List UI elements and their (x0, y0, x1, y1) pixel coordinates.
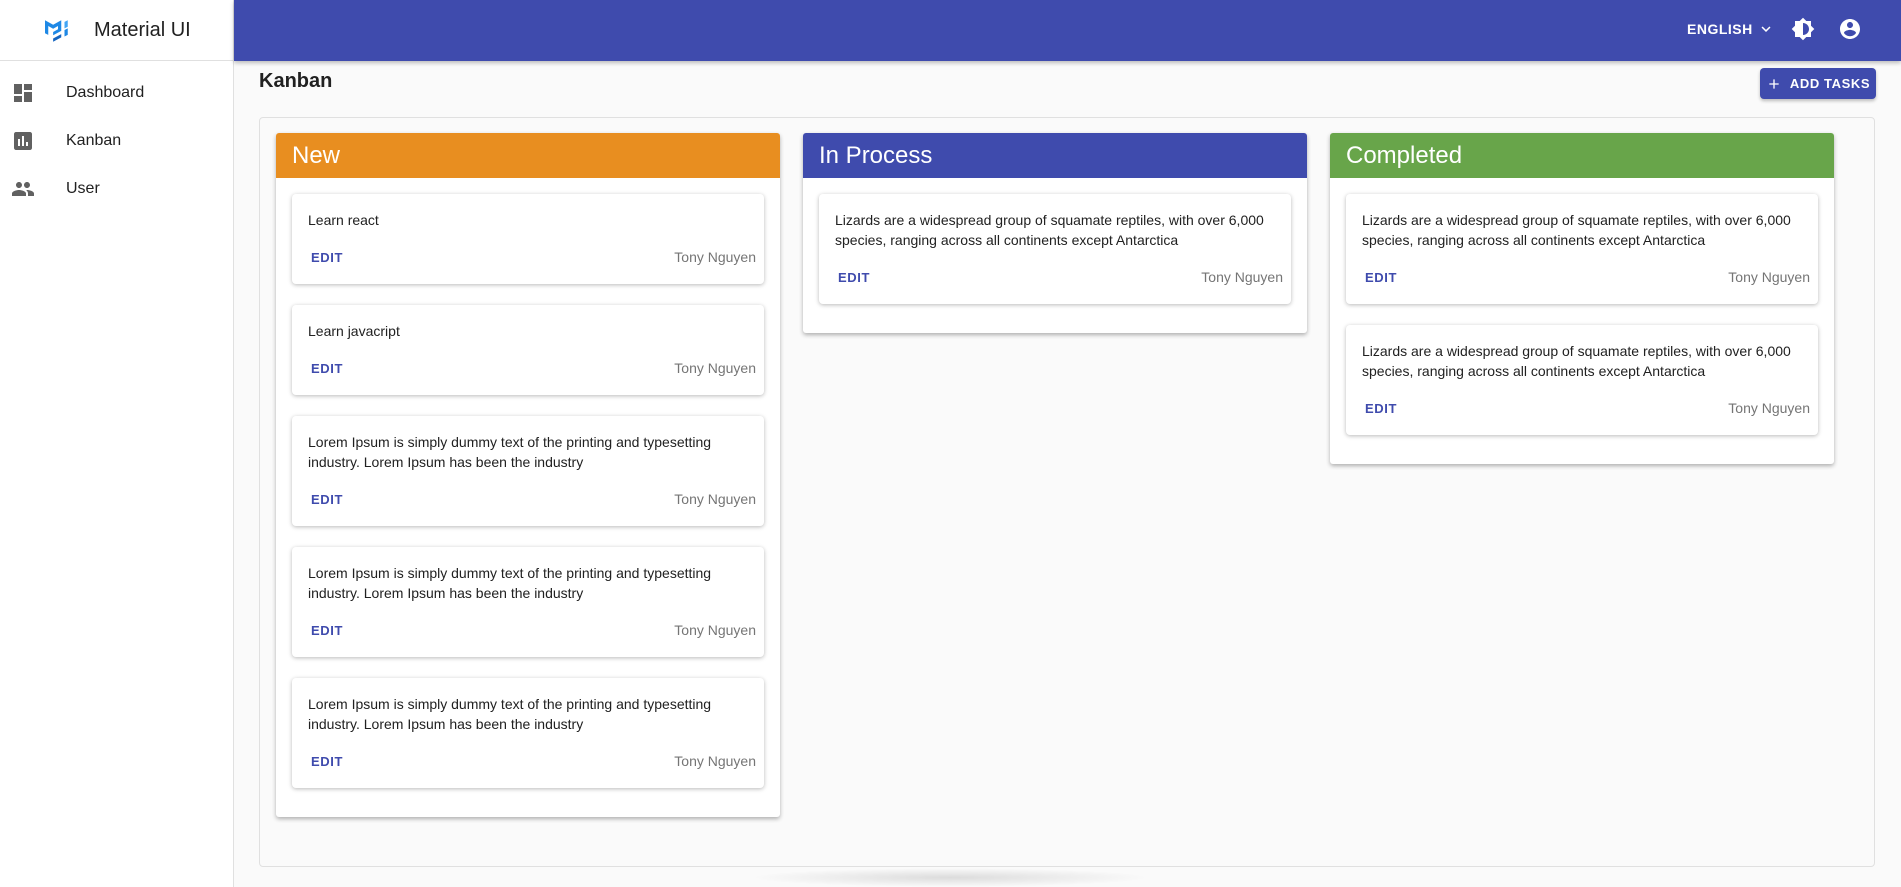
column-new: New Learn react EDIT Tony Nguyen Learn j… (276, 133, 780, 817)
task-author: Tony Nguyen (674, 249, 756, 265)
task-text: Learn react (308, 212, 379, 228)
edit-button[interactable]: EDIT (301, 617, 353, 644)
chevron-down-icon (1761, 26, 1771, 32)
scroll-shadow (750, 868, 1150, 887)
column-body: Lizards are a widespread group of squama… (803, 178, 1307, 333)
sidebar-item-label: User (66, 180, 100, 197)
column-title: In Process (819, 141, 933, 169)
language-selector[interactable]: ENGLISH (1687, 0, 1775, 58)
task-card[interactable]: Lizards are a widespread group of squama… (1346, 194, 1818, 304)
edit-button[interactable]: EDIT (301, 486, 353, 513)
task-card[interactable]: Learn react EDIT Tony Nguyen (292, 194, 764, 284)
account-circle-icon[interactable] (1838, 17, 1862, 41)
column-header: In Process (803, 133, 1307, 178)
task-author: Tony Nguyen (1728, 400, 1810, 416)
plus-icon (1769, 78, 1779, 89)
task-text: Lorem Ipsum is simply dummy text of the … (308, 565, 712, 601)
task-text: Lorem Ipsum is simply dummy text of the … (308, 696, 712, 732)
people-icon (12, 182, 34, 196)
task-author: Tony Nguyen (1201, 269, 1283, 285)
task-author: Tony Nguyen (674, 753, 756, 769)
sidebar-item-dashboard[interactable]: Dashboard (0, 69, 233, 117)
page-title: Kanban (259, 70, 333, 92)
task-text: Lizards are a widespread group of squama… (835, 212, 1264, 248)
language-label: ENGLISH (1687, 21, 1753, 37)
task-card[interactable]: Learn javacript EDIT Tony Nguyen (292, 305, 764, 395)
material-ui-logo (45, 20, 68, 42)
task-author: Tony Nguyen (674, 360, 756, 376)
edit-button[interactable]: EDIT (1355, 264, 1407, 291)
task-card[interactable]: Lorem Ipsum is simply dummy text of the … (292, 416, 764, 526)
edit-button[interactable]: EDIT (301, 244, 353, 271)
column-completed: Completed Lizards are a widespread group… (1330, 133, 1834, 464)
task-text: Lizards are a widespread group of squama… (1362, 212, 1791, 248)
sidebar-item-label: Kanban (66, 132, 122, 149)
task-card[interactable]: Lorem Ipsum is simply dummy text of the … (292, 547, 764, 657)
brightness-icon[interactable] (1791, 17, 1815, 41)
bar-chart-icon (14, 132, 32, 150)
add-tasks-label: ADD TASKS (1789, 76, 1871, 91)
column-header: Completed (1330, 133, 1834, 178)
edit-button[interactable]: EDIT (1355, 395, 1407, 422)
brand-name: Material UI (94, 18, 191, 41)
column-body: Learn react EDIT Tony Nguyen Learn javac… (276, 178, 780, 817)
task-text: Lizards are a widespread group of squama… (1362, 343, 1791, 379)
sidebar-item-label: Dashboard (66, 84, 145, 101)
task-author: Tony Nguyen (674, 491, 756, 507)
brand[interactable]: Material UI (0, 0, 233, 61)
column-in-process: In Process Lizards are a widespread grou… (803, 133, 1307, 333)
app-bar: ENGLISH (234, 0, 1901, 61)
edit-button[interactable]: EDIT (301, 748, 353, 775)
column-title: Completed (1346, 141, 1463, 169)
task-text: Learn javacript (308, 323, 400, 339)
add-tasks-button[interactable]: ADD TASKS (1760, 68, 1876, 99)
task-text: Lorem Ipsum is simply dummy text of the … (308, 434, 712, 470)
task-author: Tony Nguyen (1728, 269, 1810, 285)
task-card[interactable]: Lizards are a widespread group of squama… (819, 194, 1291, 304)
task-author: Tony Nguyen (674, 622, 756, 638)
column-title: New (292, 141, 341, 169)
edit-button[interactable]: EDIT (301, 355, 353, 382)
task-card[interactable]: Lorem Ipsum is simply dummy text of the … (292, 678, 764, 788)
sidebar-item-kanban[interactable]: Kanban (0, 117, 233, 165)
sidebar: Material UI Dashboard Kanban User (0, 0, 234, 887)
edit-button[interactable]: EDIT (828, 264, 880, 291)
task-card[interactable]: Lizards are a widespread group of squama… (1346, 325, 1818, 435)
dashboard-icon (14, 84, 32, 102)
column-header: New (276, 133, 780, 178)
sidebar-item-user[interactable]: User (0, 165, 233, 213)
column-body: Lizards are a widespread group of squama… (1330, 178, 1834, 464)
